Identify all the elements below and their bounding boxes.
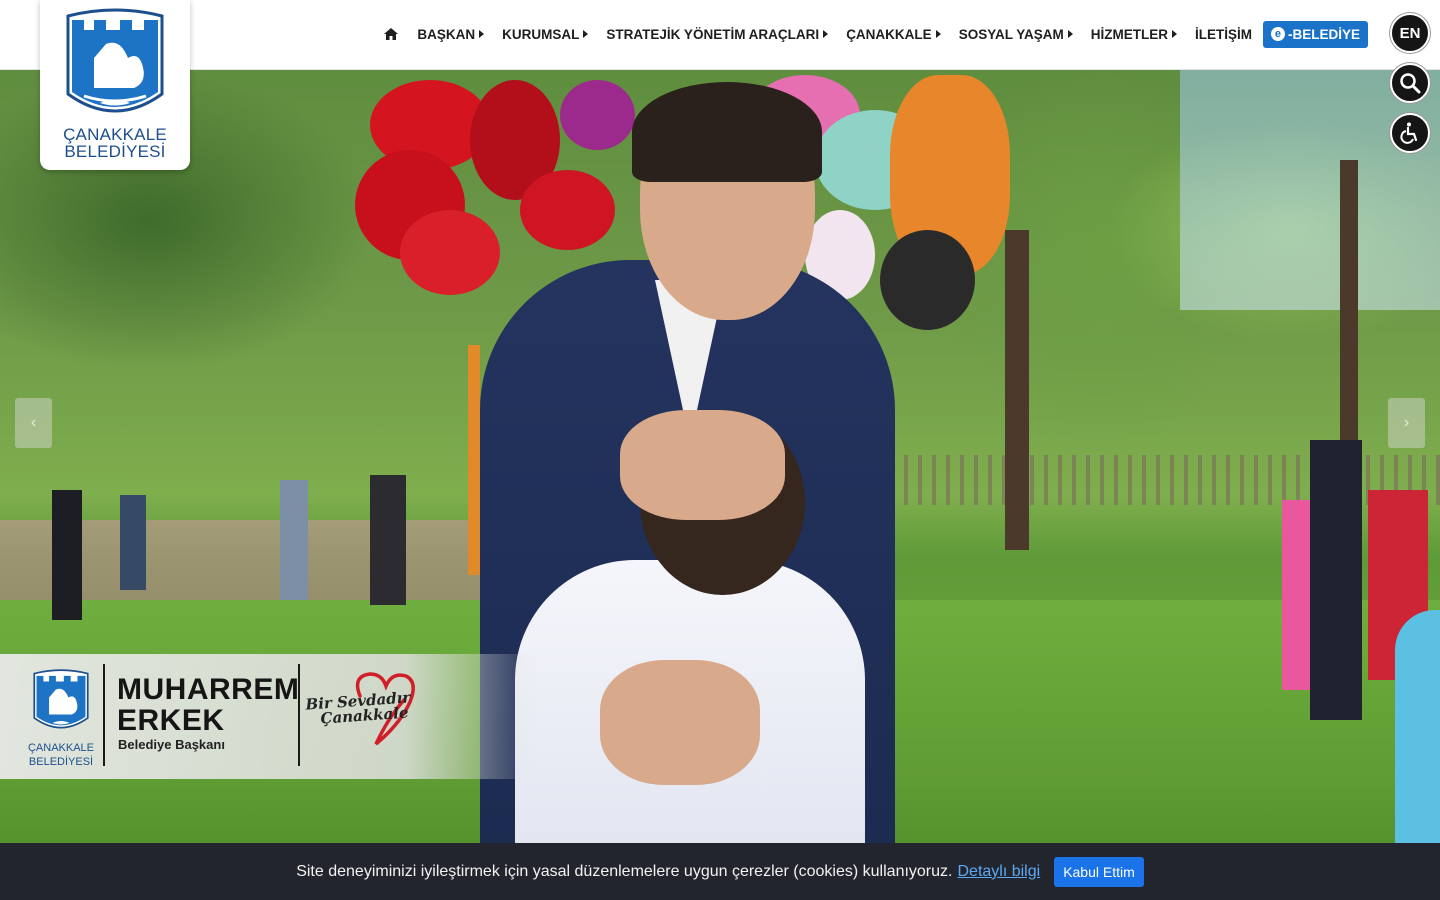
nav-iletisim[interactable]: İLETİŞİM (1195, 27, 1252, 42)
slider-next-button[interactable]: › (1388, 398, 1425, 448)
nav-kurumsal[interactable]: KURUMSAL (502, 27, 589, 42)
cookie-details-link[interactable]: Detaylı bilgi (957, 863, 1040, 881)
slogan: Bir Sevdadır Çanakkale (304, 688, 411, 728)
chevron-left-icon: ‹ (30, 414, 37, 431)
caret-right-icon (1067, 30, 1073, 38)
banner-logo-text: BELEDİYESİ (28, 756, 94, 768)
background-person (280, 480, 308, 600)
home-link[interactable] (383, 27, 399, 41)
home-icon (384, 28, 399, 40)
caret-right-icon (935, 30, 941, 38)
balloon (520, 170, 615, 250)
balloon (560, 80, 635, 150)
cookie-text: Site deneyiminizi iyileştirmek için yasa… (296, 862, 953, 880)
caret-right-icon (583, 30, 589, 38)
search-button[interactable] (1390, 63, 1430, 103)
man-hair (632, 82, 822, 182)
site-logo[interactable]: ÇANAKKALE BELEDİYESİ (40, 0, 190, 170)
cookie-accept-button[interactable]: Kabul Ettim (1054, 856, 1144, 887)
castle-seal-icon (33, 669, 89, 729)
banner-logo-text: ÇANAKKALE (27, 742, 95, 754)
banner-logo: ÇANAKKALE BELEDİYESİ (27, 664, 95, 774)
divider (103, 664, 105, 766)
sky-area (1180, 70, 1440, 310)
caret-right-icon (479, 30, 485, 38)
nav-stratejik[interactable]: STRATEJİK YÖNETİM ARAÇLARI (606, 27, 829, 42)
caret-right-icon (1171, 30, 1177, 38)
caret-right-icon (823, 30, 829, 38)
divider (298, 664, 300, 766)
main-menu: BAŞKAN KURUMSAL STRATEJİK YÖNETİM ARAÇLA… (383, 20, 1368, 48)
accessibility-button[interactable] (1390, 113, 1430, 153)
balloon (880, 230, 975, 330)
mayor-name: MUHARREM ERKEK (117, 673, 300, 737)
background-person (1310, 440, 1362, 720)
slider-prev-button[interactable]: ‹ (15, 398, 52, 448)
background-person (1395, 610, 1440, 845)
search-icon (1400, 73, 1421, 94)
man-hand (600, 660, 760, 785)
balloon (400, 210, 500, 295)
background-person (120, 495, 146, 590)
orange-pole (468, 345, 480, 575)
nav-sosyal-yasam[interactable]: SOSYAL YAŞAM (959, 27, 1073, 42)
nav-hizmetler[interactable]: HİZMETLER (1091, 27, 1177, 42)
man-hand (620, 410, 785, 520)
accessibility-icon (1400, 122, 1418, 144)
e-belediye-icon: e (1270, 27, 1285, 41)
e-belediye-button[interactable]: e -BELEDİYE (1262, 20, 1368, 48)
background-person (370, 475, 406, 605)
logo-text: ÇANAKKALE BELEDİYESİ (63, 125, 167, 161)
nav-baskan[interactable]: BAŞKAN (417, 27, 485, 42)
chevron-right-icon: › (1403, 414, 1410, 431)
castle-seal-icon (66, 8, 164, 113)
cookie-consent-bar: Site deneyiminizi iyileştirmek için yasa… (0, 843, 1440, 900)
nav-canakkale[interactable]: ÇANAKKALE (846, 27, 941, 42)
language-button[interactable]: EN (1390, 13, 1430, 53)
mayor-banner: ÇANAKKALE BELEDİYESİ MUHARREM ERKEK Bele… (0, 654, 540, 779)
background-person (52, 490, 82, 620)
tree-trunk (1005, 230, 1029, 550)
mayor-title: Belediye Başkanı (118, 737, 225, 752)
